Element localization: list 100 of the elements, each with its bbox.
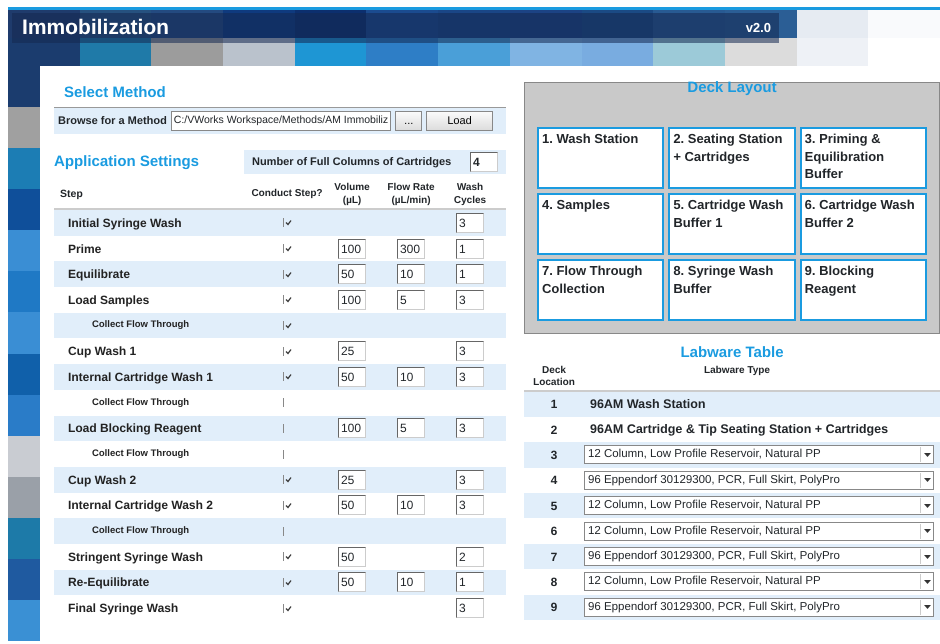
step-name: Collect Flow Through (91, 446, 190, 461)
version-label: v2.0 (746, 19, 771, 38)
labware-dropdown[interactable]: 12 Column, Low Profile Reservoir, Natural PP (584, 522, 934, 541)
checkbox[interactable] (282, 218, 292, 228)
wash-cycles-field[interactable]: 1 (456, 238, 484, 259)
flow-rate-field[interactable]: 10 (397, 572, 425, 592)
volume-field[interactable]: 50 (338, 572, 366, 592)
deck-location: 8 (550, 574, 558, 591)
deck-location: 2 (550, 422, 558, 439)
wash-cycles-field[interactable]: 1 (456, 572, 484, 592)
step-name: Load Samples (67, 292, 150, 309)
step-name: Collect Flow Through (91, 396, 190, 410)
browse-button[interactable]: ... (395, 110, 422, 131)
step-name: Collect Flow Through (91, 524, 190, 538)
wash-cycles-field[interactable]: 3 (456, 212, 484, 233)
deck-location: 5 (550, 498, 558, 515)
wash-cycles-field[interactable]: 1 (456, 264, 484, 284)
wash-cycles-field[interactable]: 3 (456, 366, 484, 387)
flow-rate-field[interactable]: 10 (397, 264, 425, 284)
flow-rate-field[interactable]: 5 (397, 418, 425, 438)
volume-field[interactable]: 25 (338, 341, 366, 362)
labware-dropdown[interactable]: 96 Eppendorf 30129300, PCR, Full Skirt, PolyPro (584, 598, 934, 617)
wash-cycles-field[interactable]: 3 (456, 470, 484, 490)
step-name: Cup Wash 1 (67, 343, 138, 360)
column-header: Flow Rate (µL/min) (386, 182, 436, 207)
labware-dropdown[interactable]: 96 Eppendorf 30129300, PCR, Full Skirt, PolyPro (584, 470, 934, 490)
section-heading: Labware Table (679, 343, 785, 363)
wash-cycles-field[interactable]: 3 (456, 341, 484, 362)
wash-cycles-field[interactable]: 3 (456, 290, 484, 310)
slot-label: 5. Cartridge Wash Buffer 1 (673, 196, 784, 232)
slot-label: 7. Flow Through Collection (542, 262, 644, 298)
checkbox[interactable] (282, 578, 292, 587)
step-name: Prime (67, 240, 102, 258)
step-name: Final Syringe Wash (67, 600, 180, 618)
step-name: Collect Flow Through (91, 318, 190, 332)
flow-rate-field[interactable]: 5 (397, 290, 425, 310)
caret-icon (920, 447, 933, 462)
volume-field[interactable]: 50 (338, 366, 366, 387)
section-heading: Deck Layout (686, 78, 778, 98)
caret-icon (920, 600, 933, 615)
step-name: Cup Wash 2 (67, 472, 138, 489)
flow-rate-field[interactable]: 300 (397, 238, 425, 259)
checkbox[interactable] (282, 372, 292, 382)
step-name: Load Blocking Reagent (67, 420, 202, 438)
slot-label: 4. Samples (542, 196, 610, 214)
checkbox[interactable] (282, 500, 292, 510)
checkbox[interactable] (282, 270, 292, 279)
deck-location: 3 (550, 446, 558, 464)
field-label: Number of Full Columns of Cartridges (252, 154, 452, 170)
volume-field[interactable]: 50 (338, 495, 366, 516)
slot-label: 1. Wash Station (542, 130, 638, 148)
checkbox[interactable] (282, 295, 292, 304)
checkbox[interactable] (282, 552, 292, 562)
columns-count-field[interactable]: 4 (470, 152, 498, 172)
step-name: Internal Cartridge Wash 1 (67, 368, 214, 386)
checkbox[interactable] (282, 346, 292, 356)
deck-location: 9 (550, 599, 558, 616)
labware-dropdown[interactable]: 12 Column, Low Profile Reservoir, Natural PP (584, 572, 934, 592)
slot-label: 8. Syringe Wash Buffer (673, 262, 774, 298)
column-header: Wash Cycles (452, 182, 488, 207)
checkbox[interactable] (282, 604, 292, 613)
column-header: Deck Location (532, 364, 576, 388)
wash-cycles-field[interactable]: 3 (456, 598, 484, 618)
labware-name: 96AM Cartridge & Tip Seating Station + Cartridges (589, 421, 890, 438)
volume-field[interactable]: 50 (338, 546, 366, 567)
labware-dropdown[interactable]: 12 Column, Low Profile Reservoir, Natural PP (584, 445, 934, 464)
slot-label: 9. Blocking Reagent (804, 262, 876, 298)
load-button[interactable]: Load (426, 110, 493, 131)
checkbox[interactable] (282, 244, 292, 254)
volume-field[interactable]: 100 (338, 238, 366, 259)
volume-field[interactable]: 100 (338, 290, 366, 310)
deck-location: 6 (550, 523, 558, 540)
volume-field[interactable]: 50 (338, 264, 366, 284)
checkbox[interactable] (282, 321, 292, 330)
column-header: Volume (µL) (333, 182, 371, 207)
labware-dropdown[interactable]: 96 Eppendorf 30129300, PCR, Full Skirt, PolyPro (584, 547, 934, 566)
volume-field[interactable]: 100 (338, 418, 366, 438)
field-label: Browse for a Method (58, 114, 167, 128)
method-path-field[interactable]: C:/VWorks Workspace/Methods/AM Immobiliz (170, 110, 392, 131)
step-name: Stringent Syringe Wash (67, 548, 204, 566)
section-heading: Application Settings (54, 152, 200, 172)
labware-name: 96AM Wash Station (589, 396, 707, 413)
checkbox[interactable] (282, 475, 292, 484)
labware-dropdown[interactable]: 12 Column, Low Profile Reservoir, Natural PP (584, 496, 934, 516)
caret-icon (920, 549, 933, 564)
caret-icon (920, 498, 933, 514)
caret-icon (920, 472, 933, 488)
wash-cycles-field[interactable]: 3 (456, 495, 484, 516)
slot-label: 3. Priming & Equilibration Buffer (804, 130, 886, 184)
flow-rate-field[interactable]: 10 (397, 495, 425, 516)
column-header: Labware Type (703, 364, 771, 376)
wash-cycles-field[interactable]: 3 (456, 418, 484, 438)
wash-cycles-field[interactable]: 2 (456, 546, 484, 567)
step-name: Initial Syringe Wash (67, 214, 183, 232)
flow-rate-field[interactable]: 10 (397, 366, 425, 387)
caret-icon (920, 574, 933, 590)
caret-icon (920, 524, 933, 539)
volume-field[interactable]: 25 (338, 470, 366, 490)
column-header: Step (60, 188, 84, 202)
step-name: Internal Cartridge Wash 2 (67, 497, 214, 514)
